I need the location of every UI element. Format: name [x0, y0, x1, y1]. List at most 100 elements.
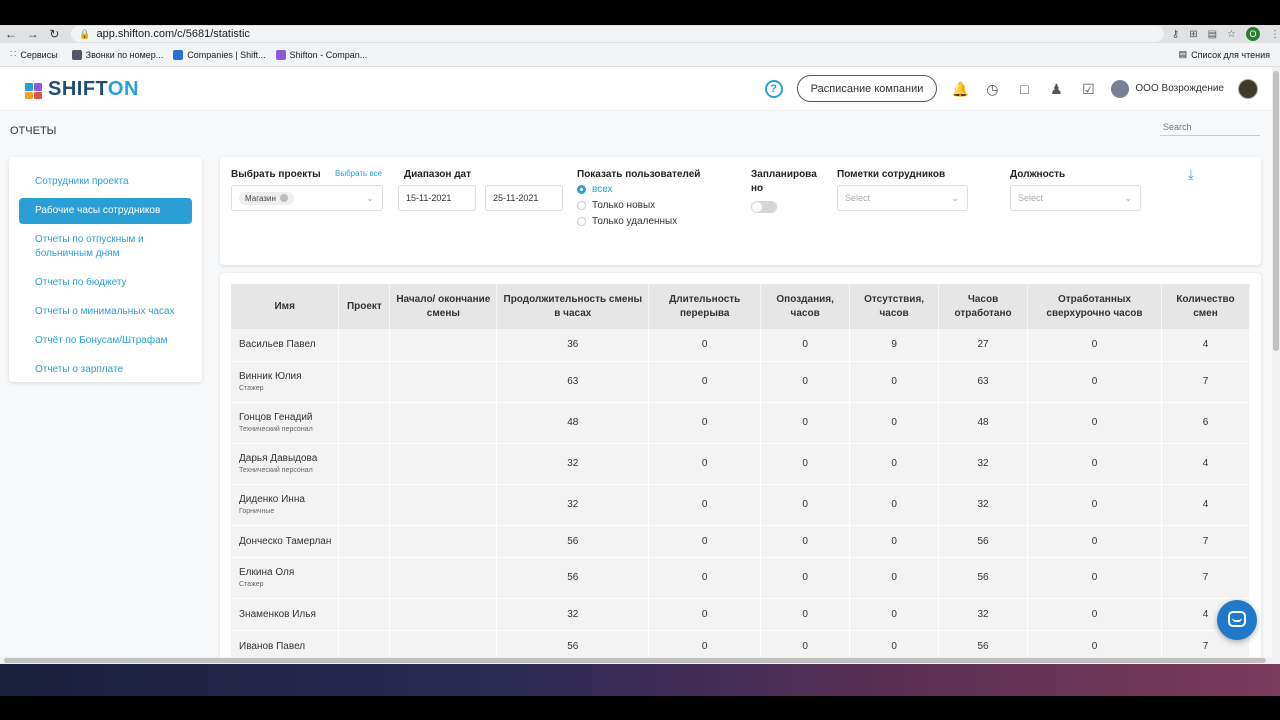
- shifton-logo[interactable]: SHIFTON: [24, 78, 139, 101]
- col-header-shift-count[interactable]: Количество смен: [1161, 284, 1251, 329]
- employee-name[interactable]: Елкина Оля: [239, 567, 294, 578]
- translate-icon[interactable]: ▤: [1208, 29, 1217, 40]
- search-input[interactable]: [1160, 118, 1260, 136]
- employee-name[interactable]: Васильев Павел: [239, 339, 316, 350]
- scroll-thumb[interactable]: [1273, 71, 1279, 351]
- employee-name[interactable]: Иванов Павел: [239, 641, 305, 652]
- horizontal-scrollbar[interactable]: [0, 657, 1272, 664]
- select-all-link[interactable]: Выбрать все: [335, 169, 382, 178]
- employee-name[interactable]: Винник Юлия: [239, 371, 302, 382]
- users-icon[interactable]: ♟: [1047, 80, 1065, 98]
- sidebar-item-bonus-penalty-report[interactable]: Отчёт по Бонусам/Штрафам: [19, 328, 192, 354]
- help-icon[interactable]: ?: [764, 79, 783, 98]
- star-icon[interactable]: ☆: [1227, 29, 1236, 40]
- sidebar-item-vacation-reports[interactable]: Отчеты по отпускным и больничным дням: [19, 227, 192, 267]
- bookmark-calls[interactable]: Звонки по номер...: [71, 49, 163, 60]
- table-row[interactable]: Иванов Павел 56 0 0 0 56 0 7: [231, 630, 1251, 657]
- cell-shift-duration: 32: [496, 484, 650, 526]
- sidebar-item-budget-reports[interactable]: Отчеты по бюджету: [19, 270, 192, 296]
- reading-list[interactable]: ▤ Список для чтения: [1179, 49, 1270, 60]
- col-header-shift-time[interactable]: Начало/ окончание смены: [389, 284, 498, 329]
- sidebar-item-project-employees[interactable]: Сотрудники проекта: [19, 169, 192, 195]
- col-header-overtime[interactable]: Отработанных сверхурочно часов: [1027, 284, 1162, 329]
- cell-shift-duration: 32: [496, 443, 650, 485]
- filters-panel: Выбрать проекты Выбрать все Магазин ⌄ Ди…: [220, 157, 1261, 265]
- scheduled-toggle[interactable]: [751, 201, 777, 213]
- projects-select[interactable]: Магазин ⌄: [231, 185, 383, 211]
- col-header-worked[interactable]: Часов отработано: [938, 284, 1029, 329]
- url-field[interactable]: 🔒 app.shifton.com/c/5681/statistic: [71, 26, 1164, 42]
- radio-icon: [577, 217, 586, 226]
- table-row[interactable]: Донческо Тамерлан 56 0 0 0 56 0 7: [231, 525, 1251, 558]
- sidebar-item-min-hours-reports[interactable]: Отчеты о минимальных часах: [19, 299, 192, 325]
- show-new-radio[interactable]: Только новых: [577, 200, 655, 211]
- user-avatar[interactable]: [1238, 78, 1258, 99]
- radio-selected-icon: [577, 185, 586, 194]
- table-row[interactable]: Винник Юлия Стажер 63 0 0 0 63 0 7: [231, 361, 1251, 403]
- table-row[interactable]: Знаменков Илья 32 0 0 0 32 0 4: [231, 598, 1251, 631]
- cell-project: [338, 598, 391, 631]
- bell-icon[interactable]: 🔔: [951, 80, 969, 98]
- menu-icon[interactable]: ⋮: [1270, 29, 1280, 40]
- employee-name[interactable]: Дарья Давыдова: [239, 453, 317, 464]
- chat-support-button[interactable]: [1217, 600, 1257, 640]
- cell-break: 0: [648, 361, 762, 403]
- employee-role: Стажер: [239, 581, 264, 588]
- bookmark-companies[interactable]: Companies | Shift...: [173, 49, 266, 60]
- col-header-late[interactable]: Опоздания, часов: [760, 284, 851, 329]
- logo-text-b: ON: [107, 78, 139, 100]
- employee-name[interactable]: Донческо Тамерлан: [239, 536, 331, 547]
- bookmark-shifton[interactable]: Shifton - Compan...: [275, 49, 367, 60]
- project-chip[interactable]: Магазин: [239, 191, 294, 205]
- profile-avatar[interactable]: O: [1246, 27, 1260, 41]
- cell-shift-count: 4: [1161, 484, 1251, 526]
- col-header-project[interactable]: Проект: [338, 284, 391, 329]
- date-from-field[interactable]: 15-11-2021: [398, 185, 476, 211]
- employee-marks-select[interactable]: Select ⌄: [837, 185, 968, 211]
- cell-break: 0: [648, 557, 762, 599]
- reload-icon[interactable]: ↻: [44, 27, 66, 41]
- cell-overtime: 0: [1027, 484, 1162, 526]
- sidebar-item-salary-reports[interactable]: Отчеты о зарплате: [19, 357, 192, 383]
- bookmark-favicon-icon: [275, 49, 286, 60]
- cell-name: Иванов Павел: [231, 630, 340, 657]
- table-row[interactable]: Гонцов Генадий Технический персонал 48 0 0 0 4…: [231, 402, 1251, 444]
- cell-shift-time: [389, 630, 498, 657]
- position-select[interactable]: Select ⌄: [1010, 185, 1141, 211]
- chip-remove-icon[interactable]: [279, 194, 288, 202]
- cell-absent: 0: [849, 557, 940, 599]
- sidebar-item-employee-hours[interactable]: Рабочие часы сотрудников: [19, 198, 192, 224]
- cell-shift-count: 7: [1161, 361, 1251, 403]
- vertical-scrollbar[interactable]: [1272, 67, 1280, 664]
- forward-icon[interactable]: →: [22, 27, 44, 41]
- employee-name[interactable]: Знаменков Илья: [239, 609, 316, 620]
- show-all-radio[interactable]: всех: [577, 184, 613, 195]
- back-icon[interactable]: ←: [0, 27, 22, 41]
- table-row[interactable]: Елкина Оля Стажер 56 0 0 0 56 0 7: [231, 557, 1251, 599]
- scroll-thumb[interactable]: [4, 658, 1266, 663]
- desktop-dock-background: [0, 664, 1280, 696]
- employee-name[interactable]: Диденко Инна: [239, 494, 305, 505]
- company-schedule-button[interactable]: Расписание компании: [796, 75, 938, 102]
- clock-icon[interactable]: ◷: [983, 80, 1001, 98]
- table-row[interactable]: Дарья Давыдова Технический персонал 32 0 0 0 3…: [231, 443, 1251, 485]
- clipboard-icon[interactable]: □: [1015, 80, 1033, 98]
- bookmark-label: Companies | Shift...: [187, 49, 266, 60]
- company-switcher[interactable]: ООО Возрождение: [1111, 79, 1224, 98]
- company-name: ООО Возрождение: [1135, 83, 1224, 94]
- col-header-shift-duration[interactable]: Продолжительность смены в часах: [496, 284, 650, 329]
- download-icon[interactable]: ⤓: [1188, 167, 1194, 183]
- install-icon[interactable]: ⊞: [1189, 29, 1197, 40]
- col-header-name[interactable]: Имя: [231, 284, 340, 329]
- employee-name[interactable]: Гонцов Генадий: [239, 412, 313, 423]
- hours-table-panel: Имя Проект Начало/ окончание смены Продо…: [220, 273, 1261, 657]
- key-icon[interactable]: ⚷: [1172, 29, 1179, 40]
- col-header-absent[interactable]: Отсутствия, часов: [849, 284, 940, 329]
- show-deleted-radio[interactable]: Только удаленных: [577, 216, 677, 227]
- checklist-icon[interactable]: ☑: [1079, 80, 1097, 98]
- table-row[interactable]: Васильев Павел 36 0 0 9 27 0 4: [231, 329, 1251, 362]
- table-row[interactable]: Диденко Инна Горничные 32 0 0 0 32 0 4: [231, 484, 1251, 526]
- bookmark-services[interactable]: ∷ Сервисы: [10, 49, 58, 60]
- col-header-break[interactable]: Длительность перерыва: [648, 284, 762, 329]
- date-to-field[interactable]: 25-11-2021: [485, 185, 563, 211]
